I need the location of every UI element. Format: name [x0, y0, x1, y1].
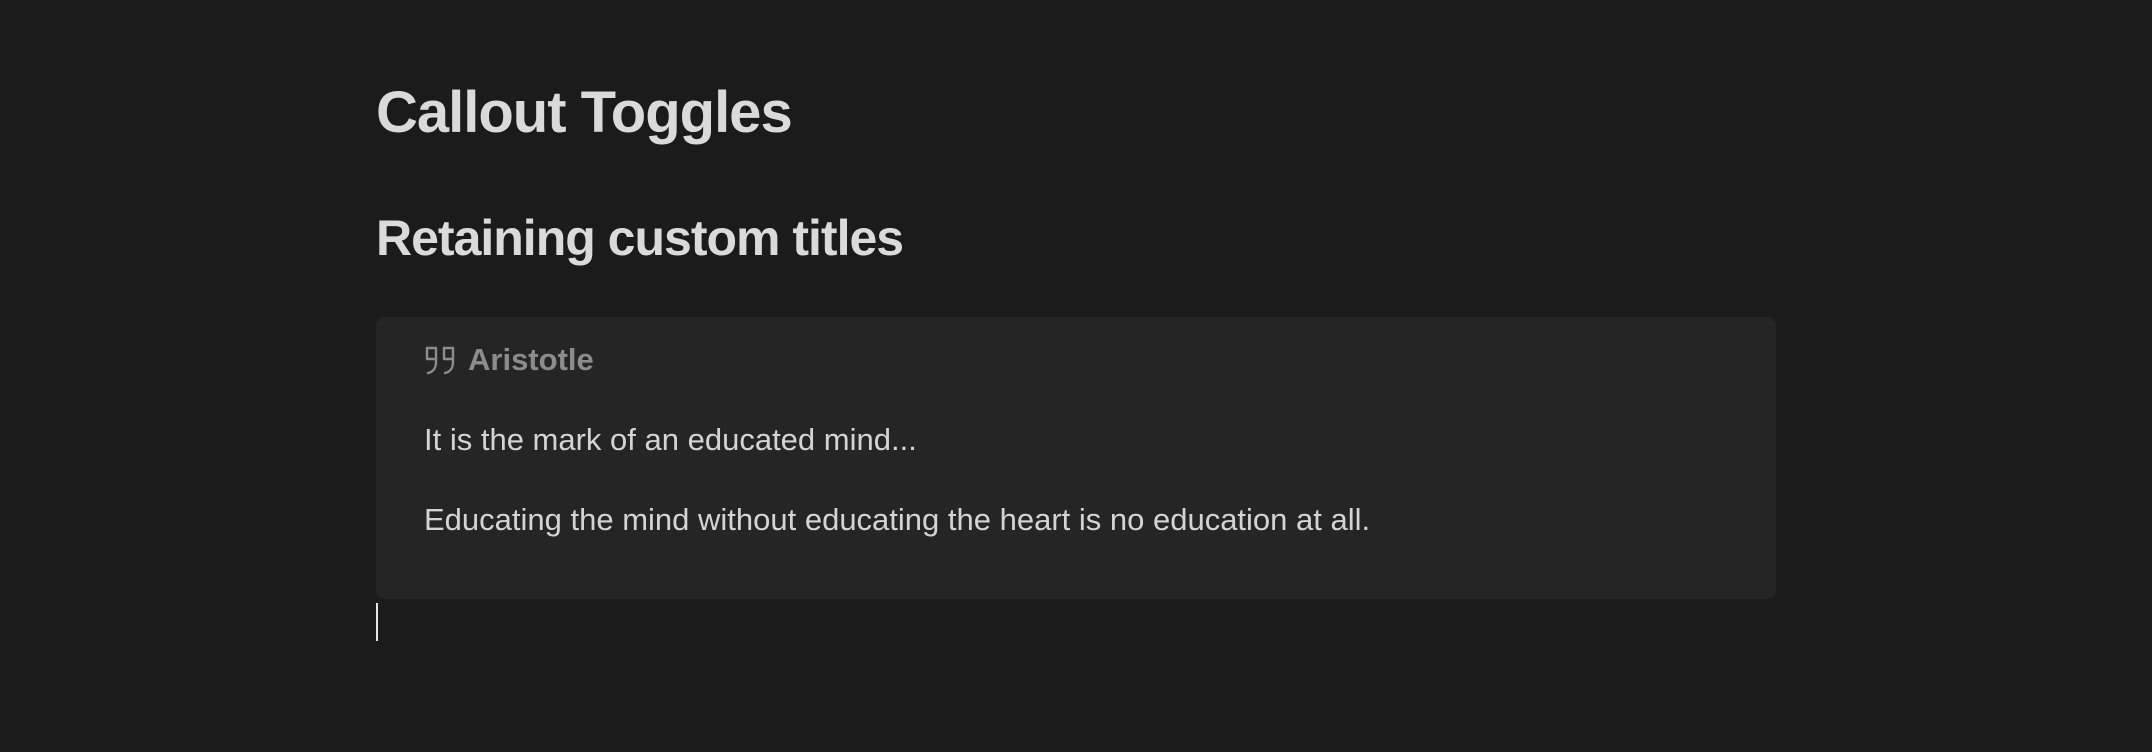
- editor-content[interactable]: Callout Toggles Retaining custom titles …: [376, 0, 1776, 752]
- quote-icon: [424, 344, 458, 376]
- heading-1[interactable]: Callout Toggles: [376, 78, 793, 148]
- callout-text-line: It is the mark of an educated mind...: [424, 422, 917, 457]
- callout-text-line: Educating the mind without educating the…: [424, 502, 1371, 537]
- text-cursor: [376, 603, 378, 641]
- heading-2[interactable]: Retaining custom titles: [376, 206, 904, 270]
- callout-title: Aristotle: [468, 342, 594, 377]
- quote-callout[interactable]: Aristotle It is the mark of an educated …: [376, 317, 1776, 599]
- callout-title-toggle[interactable]: Aristotle: [424, 339, 594, 381]
